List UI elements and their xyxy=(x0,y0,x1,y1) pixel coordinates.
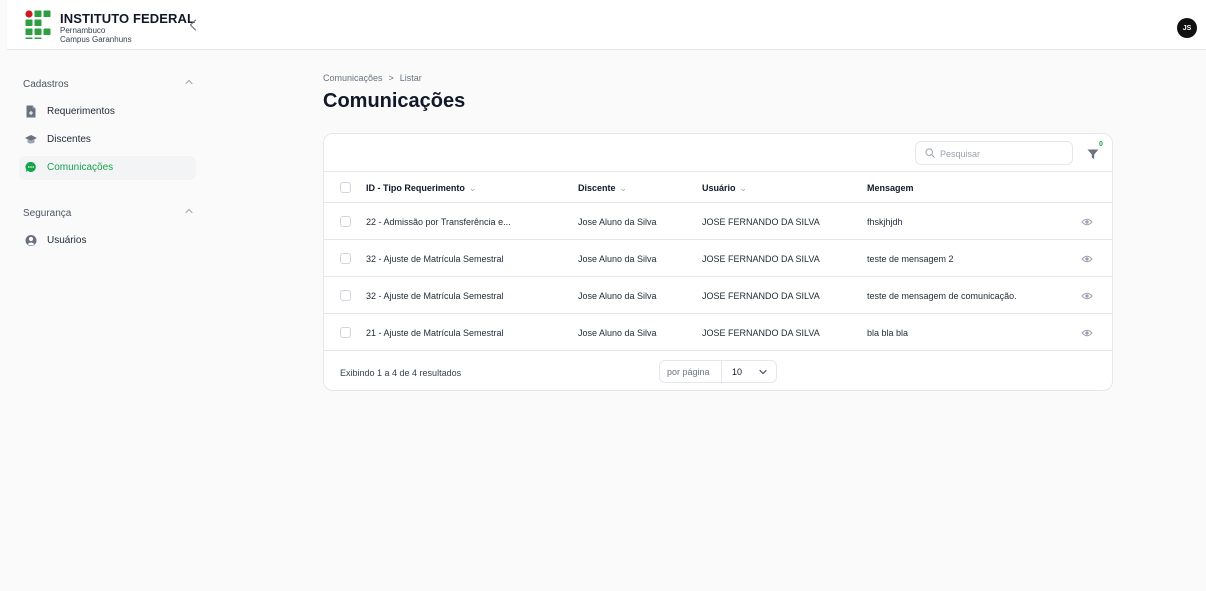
view-eye-icon[interactable] xyxy=(1081,328,1093,338)
table-row[interactable]: 21 - Ajuste de Matrícula Semestral Jose … xyxy=(324,314,1112,351)
breadcrumb: Comunicações > Listar xyxy=(323,73,422,83)
cell-discente: Jose Aluno da Silva xyxy=(578,254,657,264)
table-header-row: ID - Tipo Requerimento ⌄ Discente ⌄ Usuári… xyxy=(324,172,1112,203)
cell-mensagem: teste de mensagem de comunicação. xyxy=(867,291,1017,301)
view-eye-icon[interactable] xyxy=(1081,254,1093,264)
table-row[interactable]: 22 - Admissão por Transferência e... Jos… xyxy=(324,203,1112,240)
app-frame: INSTITUTO FEDERAL Pernambuco Campus Gara… xyxy=(7,0,1206,591)
column-header-discente[interactable]: Discente ⌄ xyxy=(578,183,627,194)
user-circle-icon xyxy=(25,235,37,246)
pagination-info: Exibindo 1 a 4 de 4 resultados xyxy=(340,368,462,378)
cell-usuario: JOSE FERNANDO DA SILVA xyxy=(702,328,820,338)
sidebar-group-seguranca[interactable]: Segurança xyxy=(23,206,193,222)
document-icon xyxy=(26,105,36,118)
chevron-down-icon xyxy=(759,369,767,375)
table-row[interactable]: 32 - Ajuste de Matrícula Semestral Jose … xyxy=(324,277,1112,314)
view-eye-icon[interactable] xyxy=(1081,217,1093,227)
search-icon xyxy=(925,148,935,158)
cell-discente: Jose Aluno da Silva xyxy=(578,217,657,227)
select-all-checkbox[interactable] xyxy=(340,182,351,193)
brand-subtitle-state: Pernambuco xyxy=(60,26,106,35)
row-checkbox[interactable] xyxy=(340,253,351,264)
filter-count-badge: 0 xyxy=(1099,141,1103,148)
table-row[interactable]: 32 - Ajuste de Matrícula Semestral Jose … xyxy=(324,240,1112,277)
filter-button[interactable]: 0 xyxy=(1082,141,1106,164)
search-box[interactable] xyxy=(915,141,1073,165)
cell-mensagem: teste de mensagem 2 xyxy=(867,254,954,264)
cell-tipo-requerimento: 21 - Ajuste de Matrícula Semestral xyxy=(366,328,504,338)
row-checkbox[interactable] xyxy=(340,216,351,227)
cell-mensagem: fhskjhjdh xyxy=(867,217,903,227)
search-input[interactable] xyxy=(940,145,1066,162)
cell-tipo-requerimento: 32 - Ajuste de Matrícula Semestral xyxy=(366,254,504,264)
column-header-label: Discente xyxy=(578,183,616,193)
column-header-usuario[interactable]: Usuário ⌄ xyxy=(702,183,747,194)
sidebar-item-label: Discentes xyxy=(47,134,91,145)
sidebar-collapse-button[interactable] xyxy=(185,16,201,34)
filter-icon xyxy=(1087,149,1099,159)
brand-title: INSTITUTO FEDERAL xyxy=(60,11,196,26)
chevron-down-icon: ⌄ xyxy=(468,183,477,193)
row-checkbox[interactable] xyxy=(340,290,351,301)
sidebar-item-discentes[interactable]: Discentes xyxy=(19,128,196,152)
breadcrumb-separator: > xyxy=(388,73,394,83)
chevron-up-icon xyxy=(185,208,193,213)
column-header-id-tipo[interactable]: ID - Tipo Requerimento ⌄ xyxy=(366,183,476,194)
sidebar-item-requerimentos[interactable]: Requerimentos xyxy=(19,100,196,124)
graduation-cap-icon xyxy=(25,135,37,144)
column-header-mensagem: Mensagem xyxy=(867,183,914,193)
breadcrumb-item-listar[interactable]: Listar xyxy=(400,73,422,83)
row-checkbox[interactable] xyxy=(340,327,351,338)
sidebar: Cadastros Requerimentos Discentes Comuni… xyxy=(7,50,207,591)
cell-usuario: JOSE FERNANDO DA SILVA xyxy=(702,254,820,264)
brand-subtitle-campus: Campus Garanhuns xyxy=(60,35,132,44)
cell-discente: Jose Aluno da Silva xyxy=(578,328,657,338)
sidebar-item-label: Usuários xyxy=(47,235,87,246)
per-page-value: 10 xyxy=(732,367,743,377)
sidebar-group-cadastros[interactable]: Cadastros xyxy=(23,77,193,93)
page-title: Comunicações xyxy=(323,90,466,112)
table-toolbar: 0 xyxy=(324,134,1112,172)
chevron-up-icon xyxy=(185,79,193,84)
per-page-select[interactable]: por página 10 xyxy=(659,360,777,383)
chat-bubble-icon xyxy=(25,161,36,173)
sidebar-group-label: Segurança xyxy=(23,208,72,219)
logo-mark-icon xyxy=(25,10,51,39)
sidebar-item-label: Comunicações xyxy=(47,162,114,173)
top-bar: INSTITUTO FEDERAL Pernambuco Campus Gara… xyxy=(7,0,1206,50)
cell-usuario: JOSE FERNANDO DA SILVA xyxy=(702,217,820,227)
view-eye-icon[interactable] xyxy=(1081,291,1093,301)
cell-usuario: JOSE FERNANDO DA SILVA xyxy=(702,291,820,301)
column-header-label: Usuário xyxy=(702,183,736,193)
chevron-down-icon: ⌄ xyxy=(619,183,628,193)
breadcrumb-item-comunicacoes[interactable]: Comunicações xyxy=(323,73,383,83)
sidebar-item-label: Requerimentos xyxy=(47,106,115,117)
sidebar-group-label: Cadastros xyxy=(23,79,69,90)
sidebar-item-usuarios[interactable]: Usuários xyxy=(19,229,196,253)
sidebar-item-comunicacoes[interactable]: Comunicações xyxy=(19,156,196,180)
cell-mensagem: bla bla bla xyxy=(867,328,909,338)
table-card: 0 ID - Tipo Requerimento⌄ Discente⌄ Usuá… xyxy=(323,133,1113,391)
institution-logo[interactable]: INSTITUTO FEDERAL Pernambuco Campus Gara… xyxy=(25,10,195,44)
per-page-label: por página xyxy=(667,367,710,377)
user-avatar[interactable]: JS xyxy=(1177,18,1197,38)
column-header-label: ID - Tipo Requerimento xyxy=(366,183,465,193)
table-footer: Exibindo 1 a 4 de 4 resultados por págin… xyxy=(324,353,1112,390)
chevron-left-icon xyxy=(189,19,197,31)
per-page-divider xyxy=(721,361,722,382)
cell-tipo-requerimento: 22 - Admissão por Transferência e... xyxy=(366,217,511,227)
cell-discente: Jose Aluno da Silva xyxy=(578,291,657,301)
chevron-down-icon: ⌄ xyxy=(739,183,748,193)
cell-tipo-requerimento: 32 - Ajuste de Matrícula Semestral xyxy=(366,291,504,301)
